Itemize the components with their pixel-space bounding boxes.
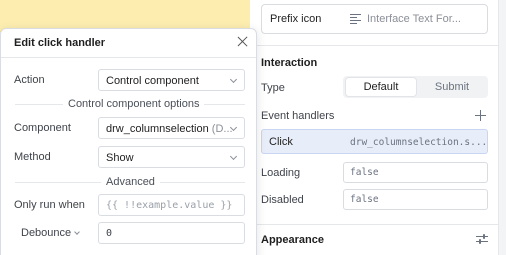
method-label: Method [14,151,51,163]
control-options-group-label: Control component options [63,98,205,110]
interaction-section-title: Interaction [261,57,318,69]
action-select-value: Control component [106,75,199,87]
event-handler-row[interactable]: Click drw_columnselection.s... [261,129,488,154]
edit-click-handler-dialog: Edit click handler Action Control compon… [0,28,257,255]
inspector-panel [250,0,506,255]
align-left-icon [350,14,361,24]
method-select[interactable]: Show [98,146,245,168]
prefix-icon-value[interactable]: Interface Text For... [350,13,461,25]
close-icon[interactable] [237,36,248,47]
component-select-value: drw_columnselection (D... [106,123,233,135]
chevron-down-icon [229,152,238,161]
advanced-group-header: Advanced [15,176,245,188]
action-select[interactable]: Control component [98,69,245,91]
appearance-section-title: Appearance [261,234,324,246]
type-option-submit[interactable]: Submit [418,78,486,96]
prefix-icon-field[interactable]: Prefix icon Interface Text For... [261,4,488,34]
section-divider [250,224,498,225]
prefix-icon-label: Prefix icon [270,13,322,25]
type-segmented-control: Default Submit [343,76,488,98]
event-handlers-label: Event handlers [261,110,335,122]
action-label: Action [14,74,45,86]
component-label: Component [14,122,71,134]
only-run-when-input[interactable]: {{ !!example.value }} [98,194,245,216]
dialog-header-divider [1,57,256,58]
advanced-group-label: Advanced [101,176,160,188]
dialog-title: Edit click handler [14,37,106,49]
method-select-value: Show [106,152,134,164]
chevron-down-icon [229,75,238,84]
prefix-icon-text: Interface Text For... [367,13,461,25]
add-event-handler-icon[interactable] [475,110,486,121]
type-label: Type [261,82,285,94]
section-divider [250,45,498,46]
event-handler-target: drw_columnselection.s... [350,137,488,148]
loading-input[interactable]: false [343,162,488,183]
disabled-label: Disabled [261,194,304,206]
disabled-input[interactable]: false [343,189,488,210]
event-handler-event: Click [269,136,293,148]
control-options-group-header: Control component options [15,98,245,110]
component-select[interactable]: drw_columnselection (D... [98,117,245,139]
debounce-label[interactable]: Debounce [21,227,80,239]
chevron-down-icon [74,229,80,235]
sliders-icon[interactable] [476,234,488,244]
inspector-scrollbar-gutter[interactable] [498,0,506,255]
loading-label: Loading [261,167,301,179]
debounce-input[interactable]: 0 [98,222,245,244]
only-run-when-label: Only run when [14,199,85,211]
type-option-default[interactable]: Default [346,78,416,96]
